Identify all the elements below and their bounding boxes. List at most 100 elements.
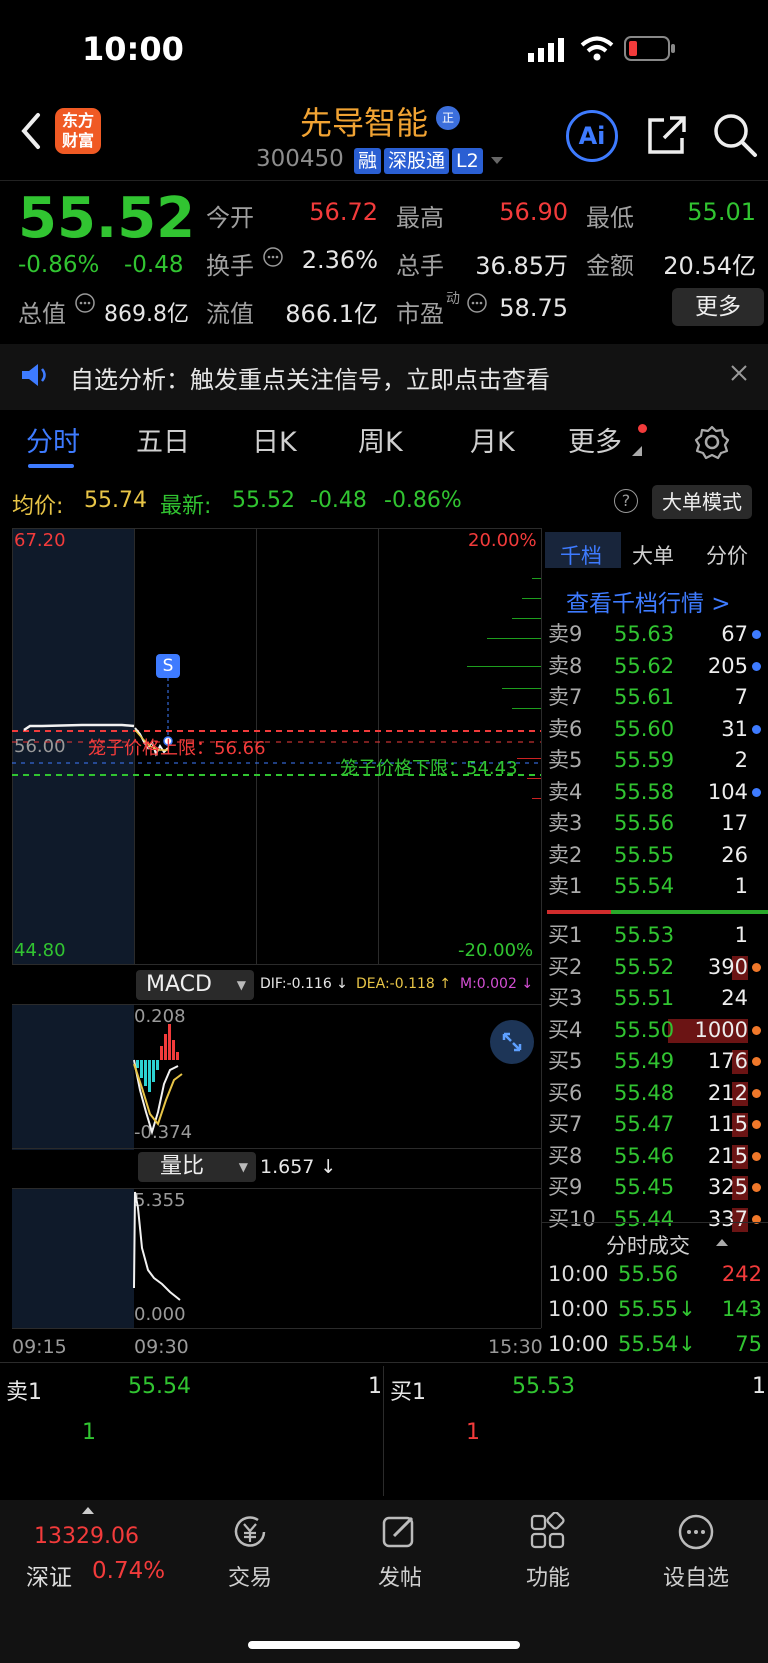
tab-intraday[interactable]: 分时	[26, 420, 80, 459]
bid-level-price[interactable]: 55.49	[614, 1046, 674, 1077]
expand-chart-button[interactable]	[490, 1020, 534, 1064]
bid-level-label: 买3	[548, 986, 583, 1010]
ai-button[interactable]: Ai	[566, 110, 618, 162]
nav-trade[interactable]: 交易	[200, 1560, 300, 1592]
info-circle-icon[interactable]	[466, 292, 488, 314]
bid-level-price[interactable]: 55.46	[614, 1141, 674, 1172]
ask-level-label: 卖4	[548, 779, 583, 804]
bottom-ask-sub: 1	[82, 1420, 96, 1445]
eastmoney-logo: 东方 财富	[55, 108, 101, 154]
bid-ratio-bar	[611, 910, 768, 914]
tick-price: 55.54↓	[618, 1332, 696, 1356]
amount-value: 20.54亿	[663, 252, 756, 280]
ask-level-label: 卖2	[548, 842, 583, 867]
bid-level-price[interactable]: 55.45	[614, 1172, 674, 1203]
ask-level-price[interactable]: 55.62	[614, 651, 674, 682]
ask-level-price[interactable]: 55.55	[614, 840, 674, 871]
order-dot-icon	[752, 724, 761, 734]
trade-yuan-icon[interactable]	[230, 1512, 270, 1552]
volume-ratio-selector[interactable]: 量比 ▼	[138, 1152, 256, 1182]
more-button[interactable]: 更多	[672, 288, 764, 326]
ask-level-price[interactable]: 55.56	[614, 808, 674, 839]
latest-percent: -0.86%	[384, 488, 462, 513]
index-value[interactable]: 13329.06	[34, 1524, 139, 1549]
ask-level-price[interactable]: 55.60	[614, 714, 674, 745]
tick-price: 55.55↓	[618, 1297, 696, 1321]
help-icon[interactable]: ?	[614, 489, 638, 513]
ask-level-label: 卖9	[548, 622, 583, 646]
index-name[interactable]: 深证	[26, 1558, 72, 1592]
close-icon[interactable]	[730, 364, 748, 382]
macd-m: M:0.002 ↓	[460, 976, 534, 992]
order-dot-icon	[752, 1025, 761, 1035]
nav-post[interactable]: 发帖	[350, 1560, 450, 1592]
ask-level-qty: 17	[721, 811, 748, 835]
functions-grid-icon[interactable]	[528, 1512, 568, 1552]
tag-l2: L2	[452, 148, 483, 174]
share-icon[interactable]	[646, 114, 688, 156]
tab-more[interactable]: 更多	[568, 420, 622, 459]
orderbook-tab-large[interactable]: 大单	[632, 540, 674, 570]
ask-level-label: 卖6	[548, 716, 583, 741]
bid-level-price[interactable]: 55.52	[614, 952, 674, 983]
big-order-mode-button[interactable]: 大单模式	[652, 485, 752, 519]
amount-label: 金额	[586, 252, 634, 280]
ticks-title[interactable]: 分时成交	[606, 1230, 690, 1260]
bid-level-price[interactable]: 55.48	[614, 1078, 674, 1109]
macd-selector[interactable]: MACD ▼	[136, 970, 254, 1000]
high-value: 56.90	[499, 198, 568, 226]
info-circle-icon[interactable]	[74, 292, 96, 314]
latest-change: -0.48	[310, 488, 367, 513]
stock-name[interactable]: 先导智能	[300, 98, 428, 144]
notice-text[interactable]: 自选分析：触发重点关注信号，立即点击查看	[70, 360, 550, 395]
caret-up-icon	[716, 1239, 728, 1246]
tab-monthly-k[interactable]: 月K	[470, 420, 515, 459]
more-dots-icon[interactable]	[676, 1512, 716, 1552]
time-start: 09:15	[12, 1336, 67, 1358]
tag-szconnect: 深股通	[384, 148, 450, 174]
s-signal-marker[interactable]: S	[156, 654, 180, 678]
nav-add-watchlist[interactable]: 设自选	[646, 1560, 746, 1592]
post-edit-icon[interactable]	[380, 1512, 420, 1552]
bid-level-label: 买9	[548, 1175, 583, 1199]
ask-level-price[interactable]: 55.58	[614, 777, 674, 808]
ask-level-price[interactable]: 55.61	[614, 682, 674, 713]
change-amount: -0.48	[124, 252, 184, 278]
bid-level-label: 买2	[548, 954, 583, 979]
corner-caret-icon	[632, 446, 642, 456]
orderbook-tab-price[interactable]: 分价	[706, 540, 748, 570]
volume-ratio-value: 1.657 ↓	[260, 1156, 337, 1178]
order-dot-icon	[752, 787, 761, 797]
back-chevron-icon[interactable]	[20, 112, 42, 150]
bid-level-label: 买8	[548, 1143, 583, 1168]
nav-functions[interactable]: 功能	[498, 1560, 598, 1592]
bid-level-price[interactable]: 55.53	[614, 920, 674, 951]
macd-dif: DIF:-0.116 ↓	[260, 976, 348, 992]
tick-time: 10:00	[548, 1262, 609, 1286]
battery-low-icon	[624, 36, 675, 61]
settings-gear-icon[interactable]	[694, 424, 730, 460]
ask-level-price[interactable]: 55.63	[614, 619, 674, 650]
index-percent[interactable]: 0.74%	[92, 1558, 165, 1584]
stock-code: 300450	[256, 146, 344, 172]
ask-level-price[interactable]: 55.54	[614, 871, 674, 902]
tick-time: 10:00	[548, 1332, 609, 1356]
info-circle-icon[interactable]	[262, 246, 284, 268]
bid-level-price[interactable]: 55.47	[614, 1109, 674, 1140]
bid-level-price[interactable]: 55.51	[614, 983, 674, 1014]
bottom-bid-qty: 1	[752, 1374, 766, 1399]
dropdown-caret-icon[interactable]	[490, 156, 504, 166]
bid-level-price[interactable]: 55.50	[614, 1015, 674, 1046]
view-depth-link[interactable]: 查看千档行情 >	[566, 584, 731, 618]
tab-five-day[interactable]: 五日	[136, 420, 190, 459]
ask-level-price[interactable]: 55.59	[614, 745, 674, 776]
search-icon[interactable]	[712, 112, 758, 158]
tick-time: 10:00	[548, 1297, 609, 1321]
tick-qty: 75	[735, 1332, 762, 1356]
ask-level-qty: 104	[707, 779, 748, 804]
tab-daily-k[interactable]: 日K	[252, 420, 297, 459]
bid-level-qty: 24	[721, 986, 748, 1010]
orderbook-tab-depth[interactable]: 千档	[560, 540, 602, 570]
bid-level-qty: 325	[707, 1175, 748, 1199]
tab-weekly-k[interactable]: 周K	[358, 420, 403, 459]
